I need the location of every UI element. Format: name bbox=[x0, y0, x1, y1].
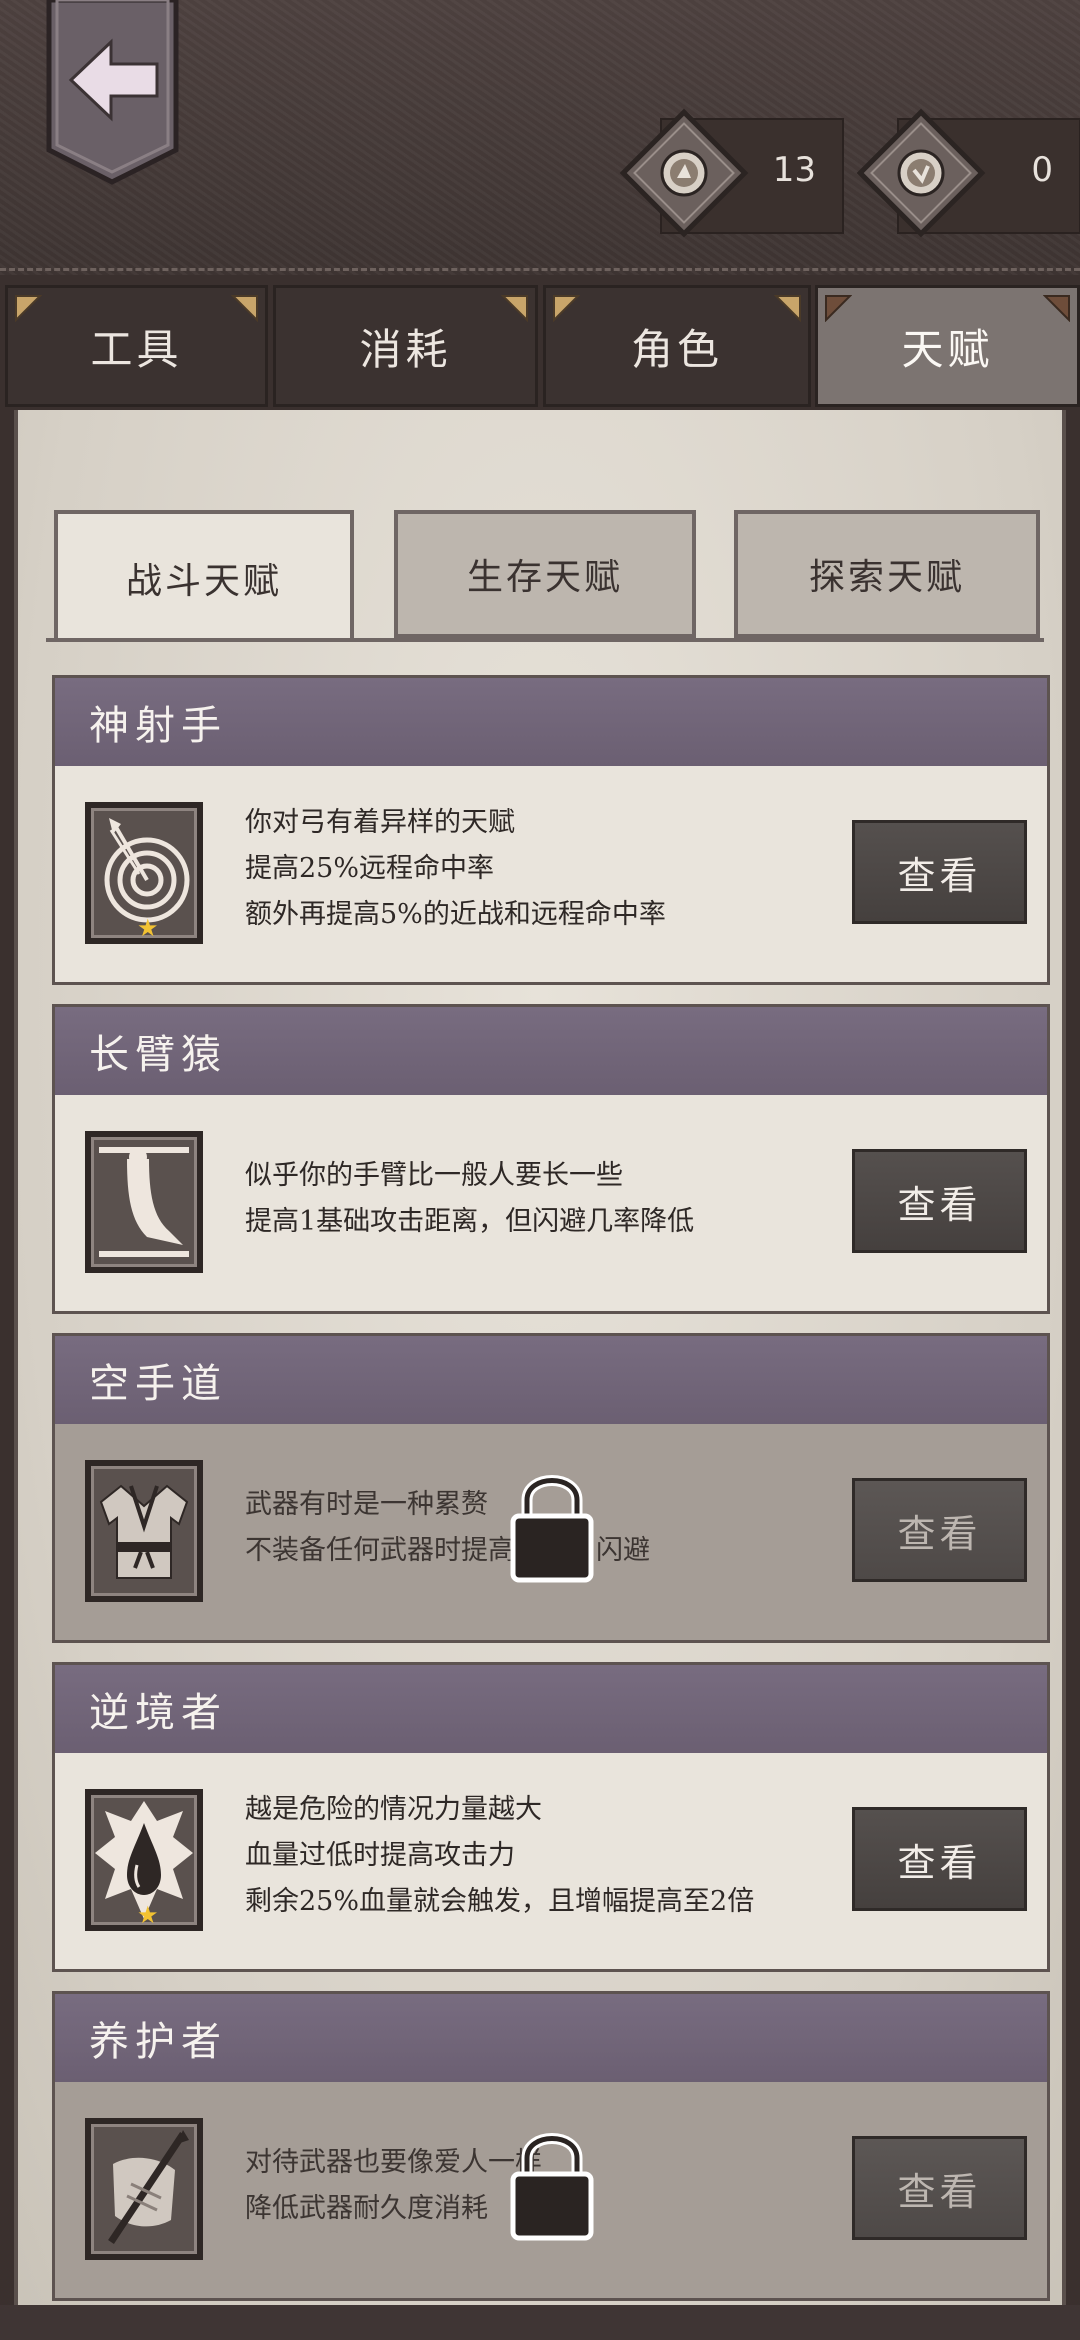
gem-coin-icon bbox=[856, 108, 986, 238]
coin-icon bbox=[619, 108, 749, 238]
currency-b: 0 bbox=[856, 108, 1080, 238]
star-icon: ★ bbox=[137, 1901, 159, 1929]
talent-name: 空手道 bbox=[55, 1336, 1047, 1424]
talent-card: 逆境者 ★ 越是危险的情况力量越大 血量过低时提高攻击力 剩余25%血量就会触发… bbox=[52, 1662, 1050, 1972]
desc-line: 你对弓有着异样的天赋 bbox=[245, 807, 515, 838]
subtab-survival[interactable]: 生存天赋 bbox=[394, 510, 696, 638]
long-arm-icon bbox=[99, 1147, 189, 1257]
view-button[interactable]: 查看 bbox=[852, 1807, 1027, 1911]
talent-description: 你对弓有着异样的天赋 提高25%远程命中率 额外再提高5%的近战和远程命中率 bbox=[245, 800, 805, 938]
talent-icon-frame: ★ bbox=[85, 802, 203, 944]
subtab-explore[interactable]: 探索天赋 bbox=[734, 510, 1040, 638]
top-bar: 13 0 bbox=[0, 0, 1080, 275]
view-button[interactable]: 查看 bbox=[852, 2136, 1027, 2240]
talent-name: 长臂猿 bbox=[55, 1007, 1047, 1095]
view-button[interactable]: 查看 bbox=[852, 1478, 1027, 1582]
lock-icon bbox=[510, 1475, 594, 1583]
talent-description: 越是危险的情况力量越大 血量过低时提高攻击力 剩余25%血量就会触发，且增幅提高… bbox=[245, 1787, 805, 1925]
tab-tools-label: 工具 bbox=[90, 324, 183, 374]
talent-card: 长臂猿 似乎你的手臂比一般人要长一些 提高1基础攻击距离，但闪避几率降低 查看 bbox=[52, 1004, 1050, 1314]
bottom-strip bbox=[0, 2305, 1080, 2340]
subtab-combat[interactable]: 战斗天赋 bbox=[54, 510, 354, 642]
talent-name: 养护者 bbox=[55, 1994, 1047, 2082]
desc-line: 提高25%远程命中率 bbox=[245, 853, 495, 884]
karate-gi-icon bbox=[99, 1484, 189, 1579]
talent-name: 神射手 bbox=[55, 678, 1047, 766]
talent-description: 似乎你的手臂比一般人要长一些 提高1基础攻击距离，但闪避几率降低 bbox=[245, 1153, 805, 1245]
talent-card: 空手道 武器有时是一种累赘 不装备任何武器时提高攻击和闪避 查看 bbox=[52, 1333, 1050, 1643]
currency-a: 13 bbox=[619, 108, 844, 238]
subtab-explore-label: 探索天赋 bbox=[808, 557, 965, 598]
tab-characters[interactable]: 角色 bbox=[543, 285, 811, 407]
desc-line: 剩余25%血量就会触发，且增幅提高至2倍 bbox=[245, 1886, 755, 1917]
talent-icon-frame bbox=[85, 1460, 203, 1602]
tab-characters-label: 角色 bbox=[630, 324, 723, 374]
back-button[interactable] bbox=[45, 0, 180, 185]
currency-a-value: 13 bbox=[772, 150, 816, 190]
subtab-survival-label: 生存天赋 bbox=[466, 557, 623, 598]
talent-icon-frame bbox=[85, 1131, 203, 1273]
desc-line: 血量过低时提高攻击力 bbox=[245, 1840, 515, 1871]
subtab-combat-label: 战斗天赋 bbox=[125, 561, 282, 602]
desc-line: 越是危险的情况力量越大 bbox=[245, 1794, 542, 1825]
subtab-divider bbox=[46, 638, 1044, 642]
talent-card: 养护者 对待武器也要像爱人一样 降低武器耐久度消耗 查看 bbox=[52, 1991, 1050, 2301]
desc-line: 似乎你的手臂比一般人要长一些 bbox=[245, 1160, 623, 1191]
tab-talents[interactable]: 天赋 bbox=[815, 285, 1080, 407]
tab-talents-label: 天赋 bbox=[901, 324, 994, 374]
weapon-care-icon bbox=[108, 2130, 189, 2244]
view-button[interactable]: 查看 bbox=[852, 1149, 1027, 1253]
tab-tools[interactable]: 工具 bbox=[5, 285, 268, 407]
currency-b-value: 0 bbox=[1031, 150, 1053, 190]
desc-line: 额外再提高5%的近战和远程命中率 bbox=[245, 899, 666, 930]
tab-consumables[interactable]: 消耗 bbox=[273, 285, 538, 407]
talent-panel: 战斗天赋 生存天赋 探索天赋 神射手 ★ 你对弓有着异样的天赋 提高25%远程命… bbox=[14, 410, 1066, 2340]
talent-name: 逆境者 bbox=[55, 1665, 1047, 1753]
tab-consumables-label: 消耗 bbox=[359, 324, 452, 374]
stitch-line bbox=[0, 268, 1080, 271]
lock-icon bbox=[510, 2133, 594, 2241]
talent-card: 神射手 ★ 你对弓有着异样的天赋 提高25%远程命中率 额外再提高5%的近战和远… bbox=[52, 675, 1050, 985]
star-icon: ★ bbox=[137, 914, 159, 942]
main-tabs: 工具 消耗 角色 天赋 bbox=[5, 285, 1080, 410]
view-button[interactable]: 查看 bbox=[852, 820, 1027, 924]
talent-icon-frame: ★ bbox=[85, 1789, 203, 1931]
talent-icon-frame bbox=[85, 2118, 203, 2260]
desc-line: 提高1基础攻击距离，但闪避几率降低 bbox=[245, 1206, 695, 1237]
